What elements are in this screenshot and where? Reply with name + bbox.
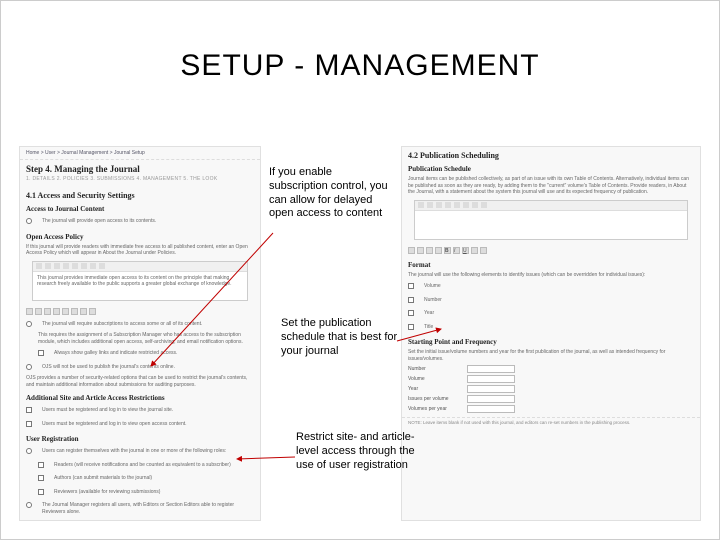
checkbox-icon[interactable]	[38, 350, 44, 356]
section-4-2: 4.2 Publication Scheduling	[402, 147, 700, 161]
format-title[interactable]: Title	[402, 321, 700, 335]
option-role-authors[interactable]: Authors (can submit materials to the jou…	[20, 472, 260, 486]
callout-restrict-access: Restrict site- and article-level access …	[296, 431, 416, 472]
editor-content: This journal provides immediate open acc…	[33, 272, 247, 291]
option-label: Authors (can submit materials to the jou…	[48, 474, 158, 484]
field-label: Volumes per year	[408, 406, 463, 412]
subsection-format: Format	[402, 257, 700, 271]
option-label: The journal will require subscriptions t…	[36, 320, 208, 330]
subsection-starting-point: Starting Point and Frequency	[402, 334, 700, 348]
setup-tabs: 1. DETAILS 2. POLICIES 3. SUBMISSIONS 4.…	[20, 176, 260, 185]
left-screenshot-panel: Home > User > Journal Management > Journ…	[19, 146, 261, 521]
option-label: Readers (will receive notifications and …	[48, 461, 237, 471]
option-label: Always show galley links and indicate re…	[48, 349, 183, 359]
oap-description: If this journal will provide readers wit…	[20, 243, 260, 259]
ipv-input[interactable]	[467, 395, 515, 403]
field-issues-per-volume: Issues per volume	[402, 394, 700, 404]
option-label: Title	[418, 323, 439, 333]
radio-icon[interactable]	[26, 364, 32, 370]
option-self-register[interactable]: Users can register themselves with the j…	[20, 445, 260, 459]
field-volumes-per-year: Volumes per year	[402, 404, 700, 414]
checkbox-icon[interactable]	[38, 475, 44, 481]
radio-icon[interactable]	[26, 321, 32, 327]
option-role-readers[interactable]: Readers (will receive notifications and …	[20, 459, 260, 473]
option-label: Number	[418, 296, 448, 306]
spf-description: Set the initial issue/volume numbers and…	[402, 348, 700, 364]
option-label: The Journal Manager registers all users,…	[36, 501, 254, 517]
subscription-note: This requires the assignment of a Subscr…	[20, 331, 260, 347]
vpy-input[interactable]	[467, 405, 515, 413]
checkbox-icon[interactable]	[26, 407, 32, 413]
option-label: Volume	[418, 282, 447, 292]
checkbox-icon[interactable]	[408, 297, 414, 303]
radio-icon[interactable]	[26, 218, 32, 224]
subsection-user-registration: User Registration	[20, 431, 260, 445]
option-label: OJS will not be used to publish the jour…	[36, 363, 181, 373]
security-note: OJS provides a number of security-relate…	[20, 374, 260, 390]
ps-editor[interactable]	[414, 200, 688, 240]
volume-input[interactable]	[467, 375, 515, 383]
field-label: Volume	[408, 376, 463, 382]
radio-icon[interactable]	[26, 448, 32, 454]
radio-icon[interactable]	[26, 502, 32, 508]
option-label: Year	[418, 309, 440, 319]
option-subscription[interactable]: The journal will require subscriptions t…	[20, 318, 260, 332]
option-restrict-article[interactable]: Users must be registered and log in to v…	[20, 418, 260, 432]
option-no-online[interactable]: OJS will not be used to publish the jour…	[20, 361, 260, 375]
frequency-note: NOTE: Leave items blank if not used with…	[402, 417, 700, 427]
oap-editor[interactable]: This journal provides immediate open acc…	[32, 261, 248, 301]
option-label: Users can register themselves with the j…	[36, 447, 232, 457]
slide: SETUP - MANAGEMENT Home > User > Journal…	[0, 0, 720, 540]
checkbox-icon[interactable]	[38, 489, 44, 495]
inline-toolbar: BIU	[402, 244, 700, 257]
section-4-1: 4.1 Access and Security Settings	[20, 185, 260, 201]
subsection-access-journal-content: Access to Journal Content	[20, 201, 260, 215]
field-label: Issues per volume	[408, 396, 463, 402]
field-number: Number	[402, 364, 700, 374]
fmt-description: The journal will use the following eleme…	[402, 271, 700, 281]
field-label: Number	[408, 366, 463, 372]
option-label: Users must be registered and log in to v…	[36, 420, 193, 430]
option-label: The journal will provide open access to …	[36, 217, 162, 227]
option-label: Users must be registered and log in to v…	[36, 406, 179, 416]
format-number[interactable]: Number	[402, 294, 700, 308]
editor-toolbar[interactable]	[415, 201, 687, 211]
checkbox-icon[interactable]	[38, 462, 44, 468]
subsection-additional-restrictions: Additional Site and Article Access Restr…	[20, 390, 260, 404]
option-label: Reviewers (available for reviewing submi…	[48, 488, 166, 498]
field-year: Year	[402, 384, 700, 394]
callout-subscription-delayed-oa: If you enable subscription control, you …	[269, 166, 389, 221]
checkbox-icon[interactable]	[408, 324, 414, 330]
checkbox-icon[interactable]	[26, 421, 32, 427]
breadcrumb: Home > User > Journal Management > Journ…	[20, 147, 260, 160]
option-restrict-site[interactable]: Users must be registered and log in to v…	[20, 404, 260, 418]
option-jm-registers[interactable]: The Journal Manager registers all users,…	[20, 499, 260, 519]
slide-title: SETUP - MANAGEMENT	[1, 49, 719, 83]
field-volume: Volume	[402, 374, 700, 384]
checkbox-icon[interactable]	[408, 310, 414, 316]
checkbox-icon[interactable]	[408, 283, 414, 289]
breadcrumb-text: Home > User > Journal Management > Journ…	[26, 150, 145, 156]
field-label: Year	[408, 386, 463, 392]
format-year[interactable]: Year	[402, 307, 700, 321]
left-heading-step4: Step 4. Managing the Journal	[20, 160, 260, 176]
option-role-reviewers[interactable]: Reviewers (available for reviewing submi…	[20, 486, 260, 500]
format-volume[interactable]: Volume	[402, 280, 700, 294]
inline-toolbar	[20, 305, 260, 318]
callout-publication-schedule: Set the publication schedule that is bes…	[281, 317, 401, 358]
subsection-open-access-policy: Open Access Policy	[20, 229, 260, 243]
number-input[interactable]	[467, 365, 515, 373]
ps-description: Journal items can be published collectiv…	[402, 175, 700, 198]
option-show-galley[interactable]: Always show galley links and indicate re…	[20, 347, 260, 361]
year-input[interactable]	[467, 385, 515, 393]
editor-toolbar[interactable]	[33, 262, 247, 272]
subsection-publication-schedule: Publication Schedule	[402, 161, 700, 175]
option-open-access[interactable]: The journal will provide open access to …	[20, 215, 260, 229]
right-screenshot-panel: 4.2 Publication Scheduling Publication S…	[401, 146, 701, 521]
